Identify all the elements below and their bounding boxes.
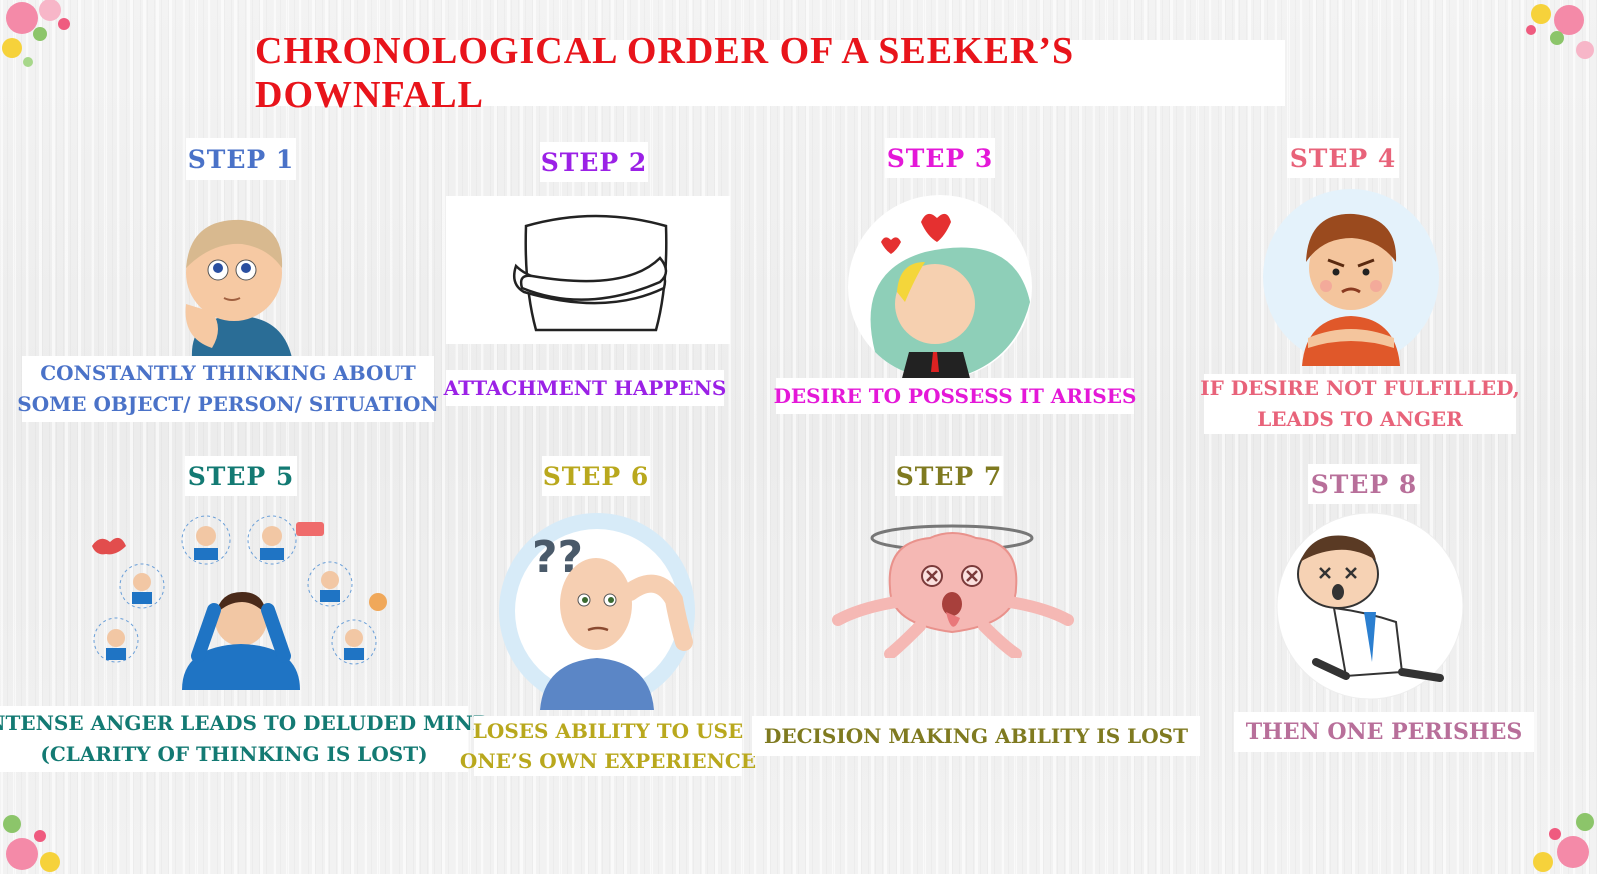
- step-3-caption-line-1: DESIRE TO POSSESS IT ARISES: [773, 383, 1137, 408]
- step-7-caption-line-1: DECISION MAKING ABILITY IS LOST: [764, 723, 1188, 748]
- step-8-caption-line-1: THEN ONE PERISHES: [1245, 718, 1523, 745]
- dizzy-brain-illustration: [832, 524, 1074, 658]
- step-7-caption: DECISION MAKING ABILITY IS LOST: [752, 716, 1200, 756]
- step-6-caption: LOSES ABILITY TO USE ONE’S OWN EXPERIENC…: [460, 716, 756, 776]
- step-1-label: STEP 1: [186, 138, 296, 180]
- flower-decoration-top-left: [2, 0, 70, 67]
- flower-decoration-bottom-right: [1533, 813, 1594, 872]
- step-6-caption-line-2: ONE’S OWN EXPERIENCE: [459, 749, 757, 773]
- step-8-label: STEP 8: [1308, 464, 1420, 504]
- step-2-caption-line-1: ATTACHMENT HAPPENS: [443, 375, 727, 400]
- step-6-caption-line-1: LOSES ABILITY TO USE: [472, 719, 744, 743]
- step-4-caption-line-2: LEADS TO ANGER: [1257, 407, 1463, 431]
- step-6-label: STEP 6: [542, 456, 650, 496]
- title-banner: CHRONOLOGICAL ORDER OF A SEEKER’S DOWNFA…: [255, 30, 1285, 116]
- step-1-caption: CONSTANTLY THINKING ABOUT SOME OBJECT/ P…: [17, 356, 439, 422]
- flower-decoration-bottom-left: [3, 815, 60, 872]
- step-2-caption: ATTACHMENT HAPPENS: [443, 370, 727, 406]
- thinking-boy-illustration: [185, 219, 292, 358]
- boy-with-hearts-illustration: [848, 195, 1032, 382]
- flower-decoration-top-right: [1526, 4, 1594, 59]
- step-5-caption: INTENSE ANGER LEADS TO DELUDED MIND (CLA…: [0, 706, 490, 772]
- crossed-arms-illustration: [446, 196, 730, 344]
- step-5-label: STEP 5: [185, 456, 297, 496]
- collapsed-man-illustration: [1276, 512, 1464, 700]
- step-1-caption-line-2: SOME OBJECT/ PERSON/ SITUATION: [17, 392, 439, 416]
- step-2-label: STEP 2: [540, 142, 648, 182]
- step-3-caption: DESIRE TO POSSESS IT ARISES: [773, 378, 1137, 414]
- step-5-caption-line-1: INTENSE ANGER LEADS TO DELUDED MIND: [0, 711, 491, 735]
- step-3-label: STEP 3: [885, 138, 995, 178]
- angry-boy-illustration: [1263, 189, 1439, 366]
- step-1-caption-line-1: CONSTANTLY THINKING ABOUT: [40, 361, 416, 385]
- step-4-caption: IF DESIRE NOT FULFILLED, LEADS TO ANGER: [1200, 374, 1520, 434]
- step-4-caption-line-1: IF DESIRE NOT FULFILLED,: [1200, 376, 1520, 400]
- diagram-title: CHRONOLOGICAL ORDER OF A SEEKER’S DOWNFA…: [255, 30, 1075, 116]
- stressed-man-cluster-illustration: [92, 515, 387, 690]
- step-5-caption-line-2: (CLARITY OF THINKING IS LOST): [40, 742, 428, 766]
- step-4-label: STEP 4: [1287, 138, 1399, 178]
- step-8-caption: THEN ONE PERISHES: [1234, 712, 1534, 752]
- step-7-label: STEP 7: [895, 456, 1003, 496]
- confused-man-illustration: ??: [499, 513, 695, 710]
